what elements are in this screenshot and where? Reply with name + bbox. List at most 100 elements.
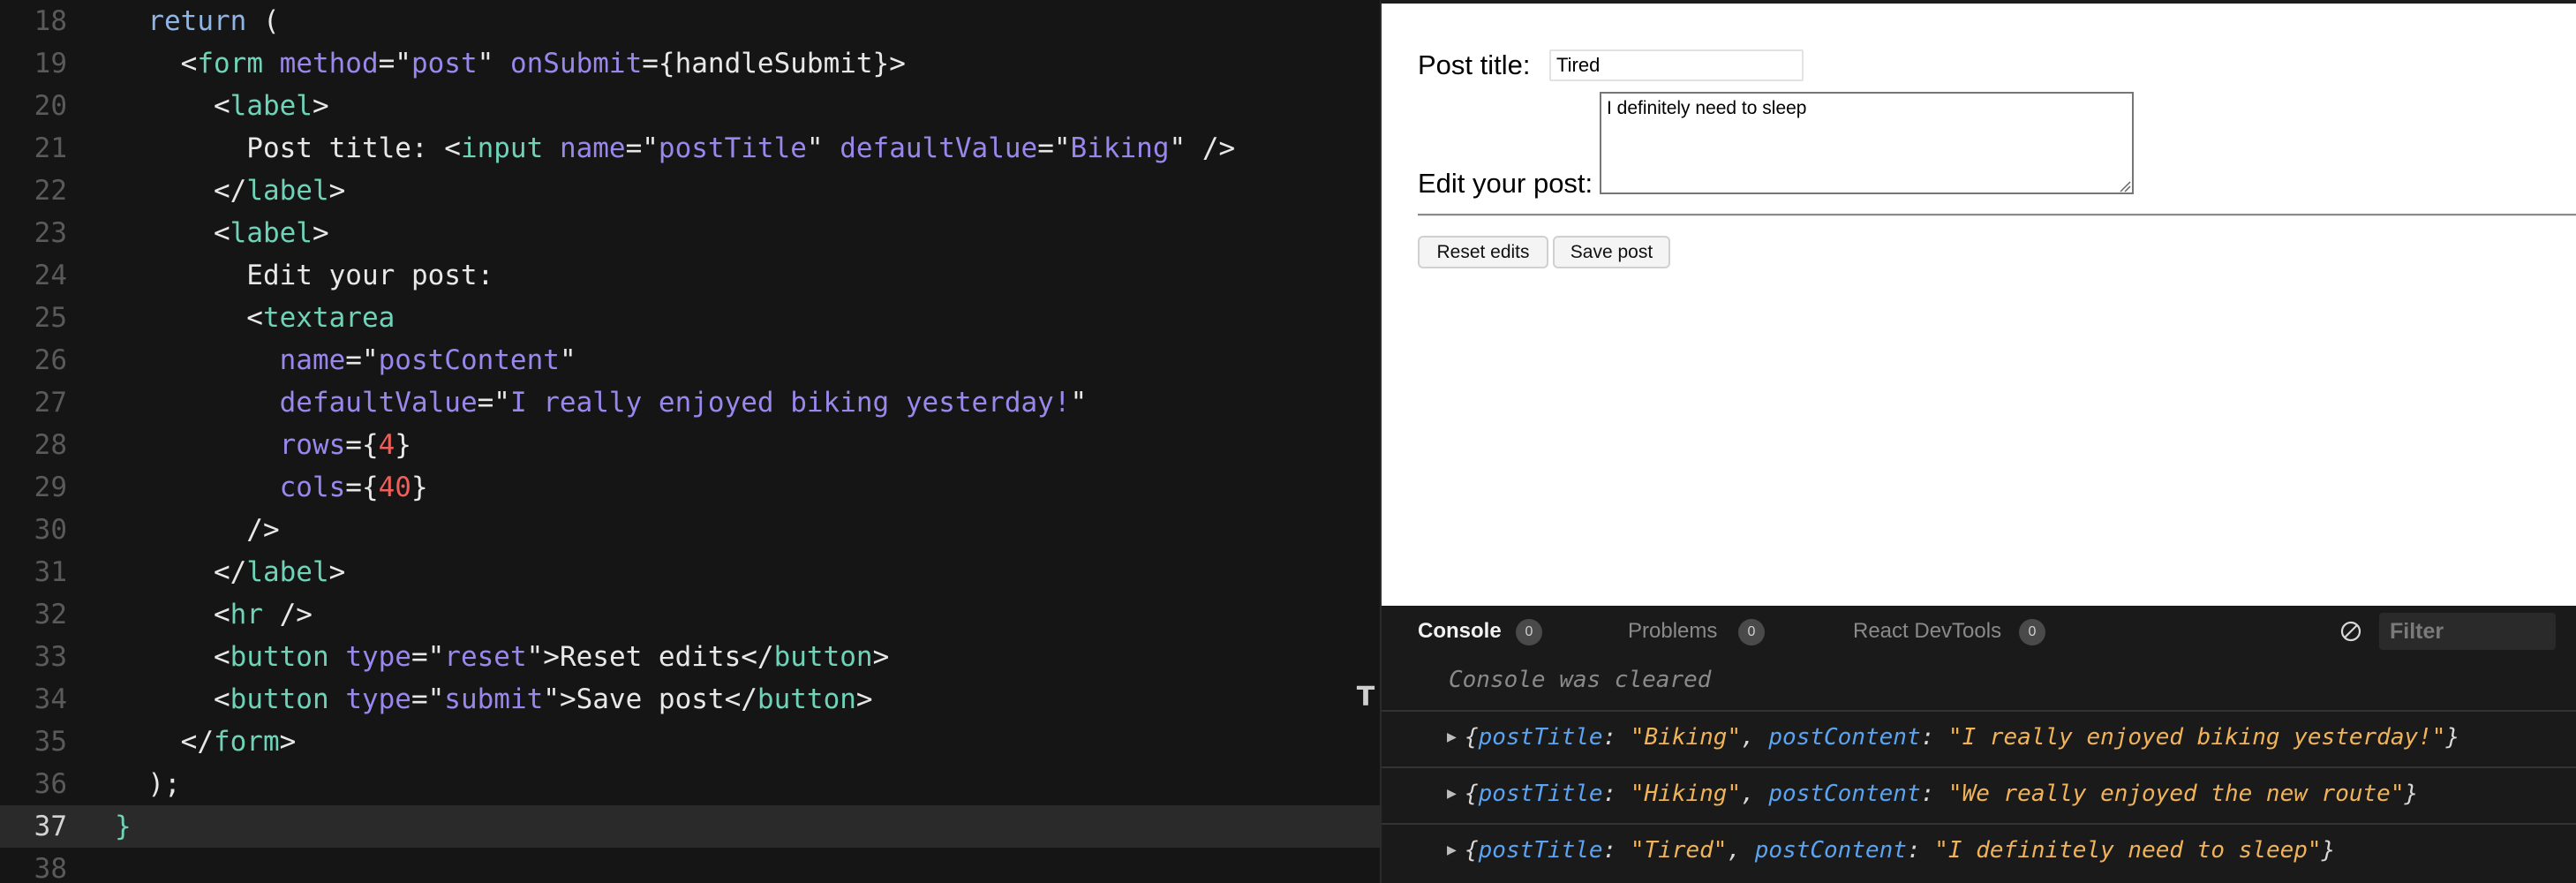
line-number: 32 xyxy=(34,599,67,630)
save-post-button[interactable]: Save post xyxy=(1553,236,1670,268)
code-line[interactable]: 36 ); xyxy=(0,763,1380,805)
clear-console-icon[interactable] xyxy=(2339,620,2362,643)
code-text: </label> xyxy=(115,551,345,593)
code-token: " /> xyxy=(1169,132,1236,164)
code-token: > xyxy=(312,90,329,122)
code-text: </form> xyxy=(115,721,297,763)
devtools-panel: Console 0 Problems 0 React DevTools 0 Co… xyxy=(1380,606,2576,883)
code-token: label xyxy=(230,217,313,249)
expand-arrow-icon[interactable]: ▶ xyxy=(1447,712,1457,763)
code-text: <label> xyxy=(115,212,329,254)
code-token: I really enjoyed biking yesterday! xyxy=(509,387,1071,419)
line-number: 19 xyxy=(34,48,67,79)
code-token: < xyxy=(115,599,230,630)
code-token: < xyxy=(115,90,230,122)
resize-grip-icon[interactable] xyxy=(2117,178,2131,192)
code-line[interactable]: 37} xyxy=(0,805,1380,848)
line-number: 35 xyxy=(34,726,67,758)
reset-edits-button[interactable]: Reset edits xyxy=(1418,236,1548,268)
code-line[interactable]: 21 Post title: <input name="postTitle" d… xyxy=(0,127,1380,170)
line-number: 24 xyxy=(34,260,67,291)
log-content-value: I really enjoyed biking yesterday! xyxy=(1962,724,2432,751)
console-log-entry[interactable]: ▶ {postTitle: "Biking", postContent: "I r… xyxy=(1382,710,2576,765)
code-line[interactable]: 32 <hr /> xyxy=(0,593,1380,636)
line-number: 30 xyxy=(34,514,67,546)
tab-react-devtools[interactable]: React DevTools xyxy=(1853,606,2001,657)
code-token: > xyxy=(872,641,890,673)
expand-arrow-icon[interactable]: ▶ xyxy=(1447,768,1457,819)
code-line[interactable]: 30 /> xyxy=(0,509,1380,551)
post-content-textarea[interactable]: I definitely need to sleep xyxy=(1600,92,2134,194)
code-token: Edit your post: xyxy=(115,260,494,291)
code-token: label xyxy=(230,90,313,122)
code-token: /> xyxy=(262,599,313,630)
code-token: post xyxy=(411,48,478,79)
log-object: {postTitle: "Biking", postContent: "I re… xyxy=(1465,724,2460,751)
code-token: =" xyxy=(411,683,445,715)
line-number: 37 xyxy=(34,811,67,842)
code-token: textarea xyxy=(262,302,395,334)
code-token: reset xyxy=(444,641,527,673)
code-token: > xyxy=(855,683,873,715)
code-line[interactable]: 25 <textarea xyxy=(0,297,1380,339)
code-token: cols xyxy=(279,472,346,503)
code-token: name xyxy=(279,344,346,376)
code-line[interactable]: 18 return ( xyxy=(0,0,1380,42)
code-line[interactable]: 29 cols={40} xyxy=(0,466,1380,509)
code-line[interactable]: 27 defaultValue="I really enjoyed biking… xyxy=(0,381,1380,424)
code-line[interactable]: 28 rows={4} xyxy=(0,424,1380,466)
line-number: 34 xyxy=(34,683,67,715)
code-line[interactable]: 31 </label> xyxy=(0,551,1380,593)
code-line[interactable]: 24 Edit your post: xyxy=(0,254,1380,297)
code-token: form xyxy=(213,726,280,758)
code-text: Post title: <input name="postTitle" defa… xyxy=(115,127,1235,170)
problems-count-badge: 0 xyxy=(1738,619,1765,645)
console-log-entry[interactable]: ▶ {postTitle: "Hiking", postContent: "We … xyxy=(1382,766,2576,821)
edit-post-label: Edit your post: xyxy=(1418,168,1593,199)
code-line[interactable]: 22 </label> xyxy=(0,170,1380,212)
post-title-input[interactable] xyxy=(1549,49,1804,81)
code-editor[interactable]: 18 return (19 <form method="post" onSubm… xyxy=(0,0,1380,883)
code-line[interactable]: 26 name="postContent" xyxy=(0,339,1380,381)
code-token: < xyxy=(115,48,198,79)
code-text: <button type="submit">Save post</button> xyxy=(115,678,873,721)
code-line[interactable]: 34 <button type="submit">Save post</butt… xyxy=(0,678,1380,721)
code-text: } xyxy=(115,805,132,848)
code-line[interactable]: 35 </form> xyxy=(0,721,1380,763)
code-line[interactable]: 38 xyxy=(0,848,1380,883)
code-token: } xyxy=(395,429,411,461)
expand-arrow-icon[interactable]: ▶ xyxy=(1447,825,1457,876)
line-number: 22 xyxy=(34,175,67,207)
console-filter-input[interactable] xyxy=(2379,613,2556,650)
code-line[interactable]: 20 <label> xyxy=(0,85,1380,127)
code-token: input xyxy=(460,132,544,164)
code-line[interactable]: 19 <form method="post" onSubmit={handleS… xyxy=(0,42,1380,85)
log-content-value: I definitely need to sleep xyxy=(1947,837,2308,864)
code-text: name="postContent" xyxy=(115,339,576,381)
code-token: } xyxy=(411,472,428,503)
line-number: 31 xyxy=(34,556,67,588)
code-token: < xyxy=(115,217,230,249)
code-line[interactable]: 33 <button type="reset">Reset edits</but… xyxy=(0,636,1380,678)
code-token: ">Reset edits</ xyxy=(526,641,774,673)
log-object: {postTitle: "Hiking", postContent: "We r… xyxy=(1465,781,2419,807)
log-object: {postTitle: "Tired", postContent: "I def… xyxy=(1465,837,2336,864)
code-token: postTitle xyxy=(658,132,807,164)
console-log-entry[interactable]: ▶ {postTitle: "Tired", postContent: "I de… xyxy=(1382,823,2576,878)
code-token: onSubmit xyxy=(509,48,643,79)
code-line[interactable]: 23 <label> xyxy=(0,212,1380,254)
code-token: defaultValue xyxy=(840,132,1038,164)
tab-problems[interactable]: Problems xyxy=(1628,606,1717,657)
code-text: <button type="reset">Reset edits</button… xyxy=(115,636,889,678)
code-token: label xyxy=(246,556,329,588)
code-token: button xyxy=(757,683,856,715)
log-title-value: Hiking xyxy=(1644,781,1728,807)
code-token: =" xyxy=(345,344,379,376)
code-token: < xyxy=(115,302,263,334)
line-number: 23 xyxy=(34,217,67,249)
tab-console[interactable]: Console xyxy=(1418,606,1502,657)
code-token: postContent xyxy=(378,344,560,376)
